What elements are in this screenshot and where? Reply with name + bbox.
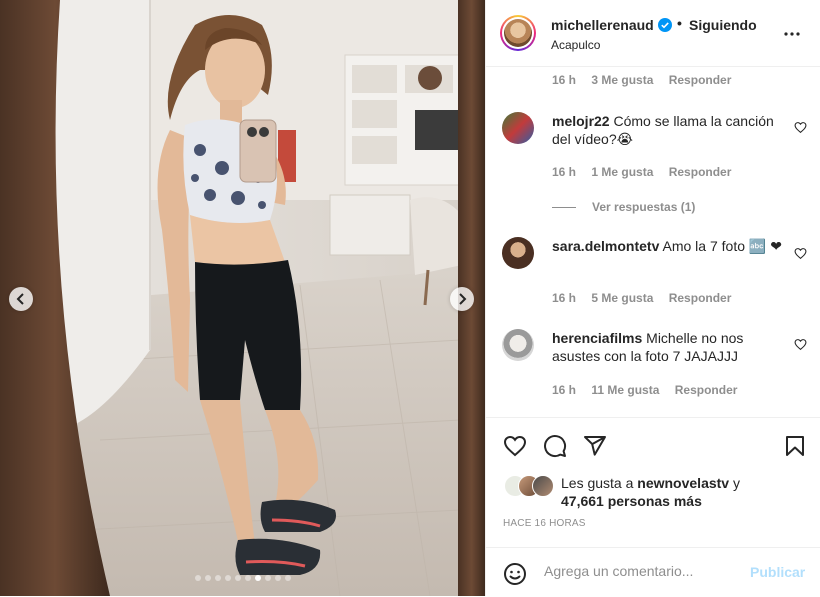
heart-icon[interactable] [503,434,527,458]
reply-button[interactable]: Responder [669,73,732,87]
post-side-panel: michellerenaud • Siguiendo Acapulco 16 h… [485,0,820,596]
comment-likes[interactable]: 1 Me gusta [591,165,653,179]
carousel-dot [194,575,201,581]
carousel-next-button[interactable] [450,287,474,311]
carousel-dot [264,575,271,581]
verified-badge-icon [658,18,672,32]
comment-username[interactable]: melojr22 [552,113,610,129]
post-header: michellerenaud • Siguiendo Acapulco [486,0,820,67]
header-separator: • [677,15,682,31]
view-replies-button[interactable]: Ver respuestas (1) [552,200,695,214]
comment-heart-icon[interactable] [794,247,807,260]
comment-body: Amo la 7 foto 🔤 ❤ [662,238,782,254]
likes-avatars[interactable] [504,475,560,497]
comment-avatar[interactable] [502,329,534,361]
carousel-dot [254,575,261,581]
comment-username[interactable]: sara.delmontetv [552,238,659,254]
share-icon[interactable] [583,434,607,458]
comment-text: herenciafilms Michelle no nos asustes co… [552,329,784,365]
reply-button[interactable]: Responder [669,291,732,305]
comment-time: 16 h [552,165,577,179]
comment-username[interactable]: herenciafilms [552,330,642,346]
carousel-dot [244,575,251,581]
likes-username[interactable]: newnovelastv [637,475,729,491]
author-username[interactable]: michellerenaud [551,17,654,33]
comment-likes[interactable]: 3 Me gusta [591,73,653,87]
comment-meta: 16 h 1 Me gusta Responder [552,165,743,179]
instagram-post: michellerenaud • Siguiendo Acapulco 16 h… [0,0,820,596]
post-photo[interactable] [0,0,485,596]
post-timestamp[interactable]: HACE 16 HORAS [503,518,586,529]
emoji-icon[interactable] [503,562,527,586]
comment-heart-icon[interactable] [794,121,807,134]
comment-time: 16 h [552,291,577,305]
author-avatar[interactable] [500,15,536,51]
chevron-left-icon [16,293,24,305]
comments-list: 16 h 3 Me gusta Responder melojr22 Cómo … [486,67,820,417]
reply-button[interactable]: Responder [675,383,738,397]
carousel-dot [274,575,281,581]
comment-likes[interactable]: 11 Me gusta [591,383,659,397]
carousel-dot [214,575,221,581]
comment-likes[interactable]: 5 Me gusta [591,291,653,305]
more-options-icon[interactable] [783,25,801,43]
add-comment-bar: Publicar [486,547,820,597]
comment-text: melojr22 Cómo se llama la canción del ví… [552,112,784,148]
likes-prefix: Les gusta a [561,475,638,491]
reply-button[interactable]: Responder [669,165,732,179]
following-button[interactable]: Siguiendo [689,17,757,33]
comment-meta: 16 h 11 Me gusta Responder [552,383,749,397]
carousel-dot [284,575,291,581]
comment-meta: 16 h 3 Me gusta Responder [552,73,743,87]
comment-icon[interactable] [543,434,567,458]
likes-count[interactable]: 47,661 personas más [561,493,702,509]
post-location[interactable]: Acapulco [551,38,600,52]
comment-input[interactable] [542,562,746,580]
replies-line [552,206,576,208]
carousel-prev-button[interactable] [9,287,33,311]
comment-text: sara.delmontetv Amo la 7 foto 🔤 ❤ [552,237,784,255]
publish-button[interactable]: Publicar [750,564,805,580]
comment-heart-icon[interactable] [794,338,807,351]
likes-suffix: y [729,475,740,491]
likes-summary: Les gusta a newnovelastv y 47,661 person… [561,474,811,510]
carousel-dot [204,575,211,581]
carousel-dot [224,575,231,581]
action-bar [486,417,820,458]
bookmark-icon[interactable] [783,434,807,458]
view-replies-label[interactable]: Ver respuestas (1) [592,200,695,214]
comment-avatar[interactable] [502,237,534,269]
chevron-right-icon [459,293,467,305]
mirror-selfie-image [0,0,485,596]
carousel-indicator [0,575,485,581]
comment-avatar[interactable] [502,112,534,144]
comment-meta: 16 h 5 Me gusta Responder [552,291,743,305]
comment-time: 16 h [552,73,577,87]
carousel-dot [234,575,241,581]
comment-time: 16 h [552,383,577,397]
